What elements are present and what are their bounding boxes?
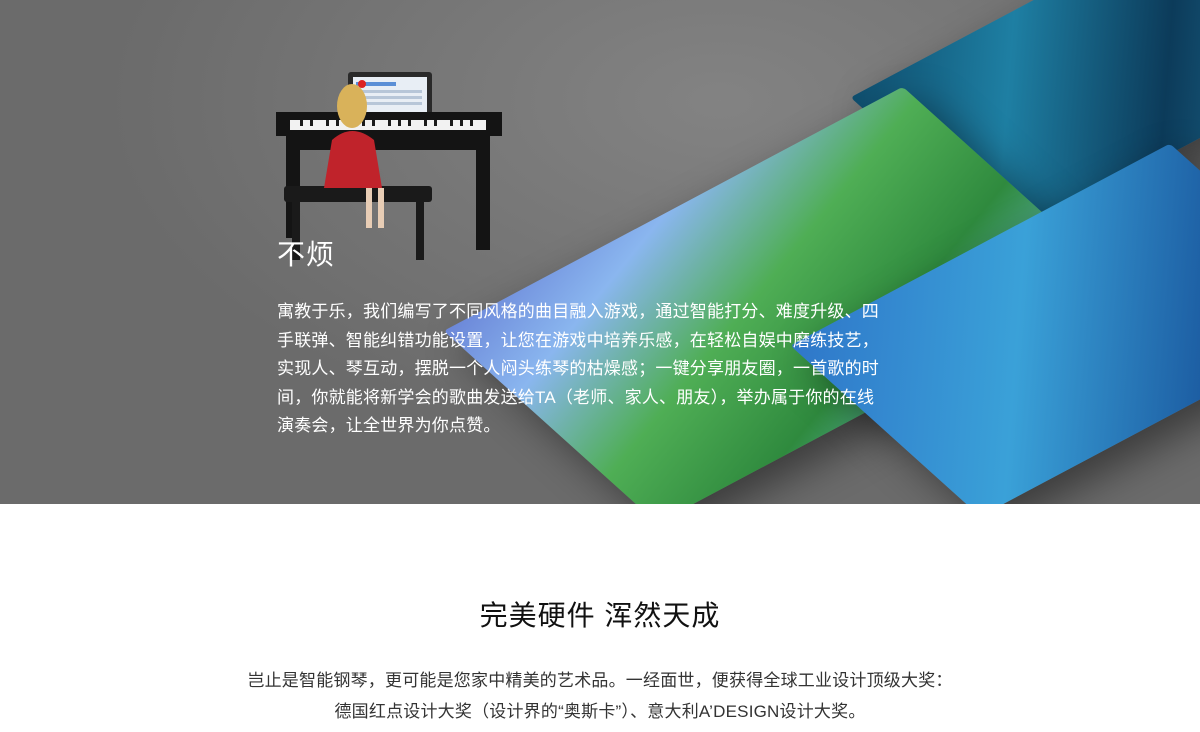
hero-description: 寓教于乐，我们编写了不同风格的曲目融入游戏，通过智能打分、难度升级、四手联弹、智… (277, 302, 879, 435)
hero-title: 不烦 (277, 239, 336, 270)
hardware-section: 完美硬件 浑然天成 岂止是智能钢琴，更可能是您家中精美的艺术品。一经面世，便获得… (0, 504, 1200, 732)
section-text-line-2: 德国红点设计大奖（设计界的“奥斯卡”）、意大利A’DESIGN设计大奖。 (334, 702, 866, 721)
hero-banner: 不烦 寓教于乐，我们编写了不同风格的曲目融入游戏，通过智能打分、难度升级、四手联… (0, 0, 1200, 504)
section-text-line-1: 岂止是智能钢琴，更可能是您家中精美的艺术品。一经面世，便获得全球工业设计顶级大奖… (247, 671, 953, 690)
section-title: 完美硬件 浑然天成 (479, 600, 721, 631)
